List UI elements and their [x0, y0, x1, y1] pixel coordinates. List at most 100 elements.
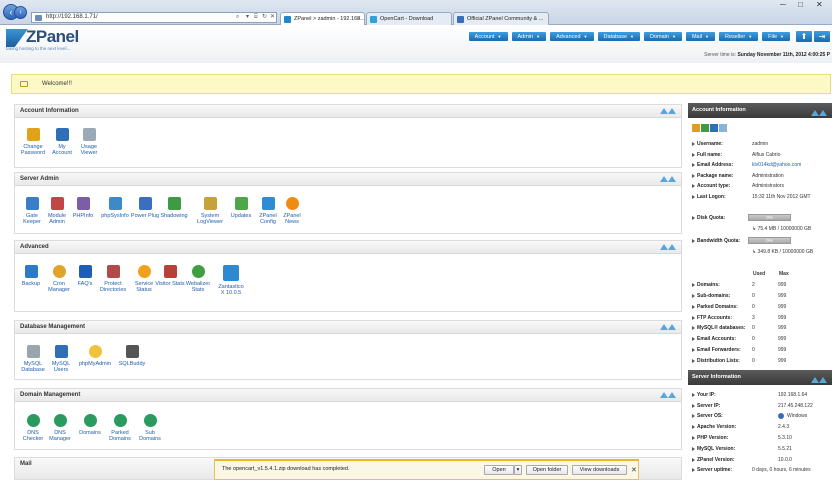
info-value: Administrators	[752, 183, 784, 189]
forward-button[interactable]: ›	[14, 6, 27, 19]
dropdown-icon[interactable]: ▾	[246, 13, 249, 22]
address-bar[interactable]: http://192.168.1.71/ ⌕ ▾ ⌸ ↻ ✕	[31, 12, 277, 23]
module-system-logviewer[interactable]: System LogViewer	[193, 197, 227, 225]
collapse-icon[interactable]	[660, 176, 676, 182]
module-mysql-users[interactable]: MySQL Users	[46, 345, 76, 373]
module-sub-domains[interactable]: Sub Domains	[135, 414, 165, 442]
module-label: Module Admin	[47, 213, 67, 225]
close-window-icon[interactable]: ✕	[816, 0, 823, 9]
module-mysql-database[interactable]: MySQL Database	[18, 345, 48, 373]
stop-icon[interactable]: ✕	[270, 13, 275, 22]
collapse-icon[interactable]	[811, 108, 827, 116]
module-zantastico[interactable]: Zantastico X 10.0.5	[217, 265, 245, 296]
lock-icon[interactable]	[719, 124, 727, 132]
usage-used: 0	[752, 304, 755, 310]
section-server-admin: Server Admin Gate Keeper Module Admin PH…	[14, 172, 682, 234]
section-title: Account Information	[15, 105, 681, 118]
module-phpmyadmin[interactable]: phpMyAdmin	[75, 345, 115, 367]
module-label: Updates	[230, 213, 252, 219]
module-label: ZPanel Config	[259, 213, 277, 225]
chevron-down-icon: ▾	[516, 467, 520, 473]
collapse-icon[interactable]	[660, 392, 676, 398]
chevron-down-icon: ▼	[780, 34, 784, 39]
module-power-plug[interactable]: Power Plug	[130, 197, 160, 219]
module-webalizer-stats[interactable]: Webalizer Stats	[182, 265, 214, 293]
module-parked-domains[interactable]: Parked Domains	[105, 414, 135, 442]
module-domains[interactable]: Domains	[75, 414, 105, 436]
module-faqs[interactable]: FAQ's	[70, 265, 100, 287]
module-updates[interactable]: Updates	[226, 197, 256, 219]
page-icon	[35, 15, 42, 21]
key-icon[interactable]	[710, 124, 718, 132]
tab-zpanel[interactable]: ZPanel > zadmin - 192.168... ✕	[280, 12, 365, 25]
home-button[interactable]: ⬆	[796, 31, 812, 42]
module-change-password[interactable]: Change Password	[18, 128, 48, 156]
search-icon[interactable]: ⌕	[236, 13, 239, 22]
open-folder-button[interactable]: Open folder	[526, 465, 568, 475]
nav-database[interactable]: Database ▼	[597, 32, 641, 41]
module-phpsysinfo[interactable]: phpSysInfo	[97, 197, 133, 219]
home-icon[interactable]	[692, 124, 700, 132]
refresh-icon[interactable]: ↻	[262, 13, 267, 22]
module-protect-directories[interactable]: Protect Directories	[97, 265, 129, 293]
info-value: zadmin	[752, 141, 769, 147]
module-label: phpSysInfo	[101, 213, 129, 219]
nav-account[interactable]: Account ▼	[468, 32, 508, 41]
nav-label: Advanced	[556, 34, 581, 40]
module-usage-viewer[interactable]: Usage Viewer	[75, 128, 103, 156]
tab-opencart[interactable]: OpenCart - Download	[366, 12, 452, 25]
module-label: Visitor Stats	[155, 281, 185, 287]
collapse-icon[interactable]	[811, 375, 827, 383]
nav-mail[interactable]: Mail ▼	[685, 32, 715, 41]
server-key: Server IP:	[697, 403, 721, 409]
compat-icon[interactable]: ⌸	[254, 13, 258, 22]
nav-reseller[interactable]: Reseller ▼	[719, 32, 759, 41]
module-backup[interactable]: Backup	[16, 265, 46, 287]
nav-file[interactable]: File ▼	[762, 32, 790, 41]
usage-used: 2	[752, 282, 755, 288]
nav-advanced[interactable]: Advanced ▼	[550, 32, 594, 41]
info-value: Alfius Cabrio	[752, 152, 781, 158]
collapse-icon[interactable]	[660, 324, 676, 330]
usage-key: FTP Accounts:	[697, 315, 733, 321]
nav-domain[interactable]: Domain ▼	[644, 32, 682, 41]
module-label: DNS Manager	[49, 430, 71, 442]
module-dns-manager[interactable]: DNS Manager	[45, 414, 75, 442]
module-label: System LogViewer	[197, 213, 223, 225]
section-domain-management: Domain Management DNS Checker DNS Manage…	[14, 388, 682, 450]
module-sqlbuddy[interactable]: SQLBuddy	[117, 345, 147, 367]
nav-label: Account	[474, 34, 495, 40]
module-label: SQLBuddy	[118, 361, 146, 367]
top-nav: Account ▼ Admin ▼ Advanced ▼ Database ▼ Doma…	[468, 32, 790, 41]
chevron-down-icon: ▼	[671, 34, 676, 39]
collapse-icon[interactable]	[660, 108, 676, 114]
module-zpanel-news[interactable]: ZPanel News	[277, 197, 307, 225]
view-downloads-button[interactable]: View downloads	[572, 465, 627, 475]
users-icon[interactable]	[701, 124, 709, 132]
nav-label: Database	[603, 34, 628, 40]
module-my-account[interactable]: My Account	[48, 128, 76, 156]
server-value: Windows	[787, 413, 808, 419]
logout-button[interactable]: ⇥	[814, 31, 830, 42]
module-label: Shadowing	[160, 213, 188, 219]
module-label: Usage Viewer	[80, 144, 98, 156]
server-row: Server IP: 217.45.248.122	[692, 402, 832, 410]
info-value[interactable]: klv014kd@yahoo.com	[752, 161, 801, 169]
module-visitor-stats[interactable]: Visitor Stats	[155, 265, 185, 287]
close-icon[interactable]: ✕	[631, 466, 637, 474]
module-dns-checker[interactable]: DNS Checker	[18, 414, 48, 442]
maximize-icon[interactable]: □	[798, 0, 803, 9]
info-key: Last Logon:	[697, 194, 726, 200]
collapse-icon[interactable]	[660, 244, 676, 250]
server-key: Your IP:	[697, 392, 716, 398]
tab-community[interactable]: Official ZPanel Community & ...	[453, 12, 549, 25]
module-phpinfo[interactable]: PHPInfo	[68, 197, 98, 219]
module-shadowing[interactable]: Shadowing	[157, 197, 191, 219]
nav-admin[interactable]: Admin ▼	[511, 32, 547, 41]
usage-used: 3	[752, 315, 755, 321]
close-tab-icon[interactable]: ✕	[356, 13, 361, 25]
minimize-icon[interactable]: ─	[780, 0, 786, 9]
open-button[interactable]: Open	[484, 465, 514, 475]
usage-row: Email Forwarders: 0 999	[692, 346, 832, 354]
open-dropdown-button[interactable]: ▾	[514, 465, 522, 475]
